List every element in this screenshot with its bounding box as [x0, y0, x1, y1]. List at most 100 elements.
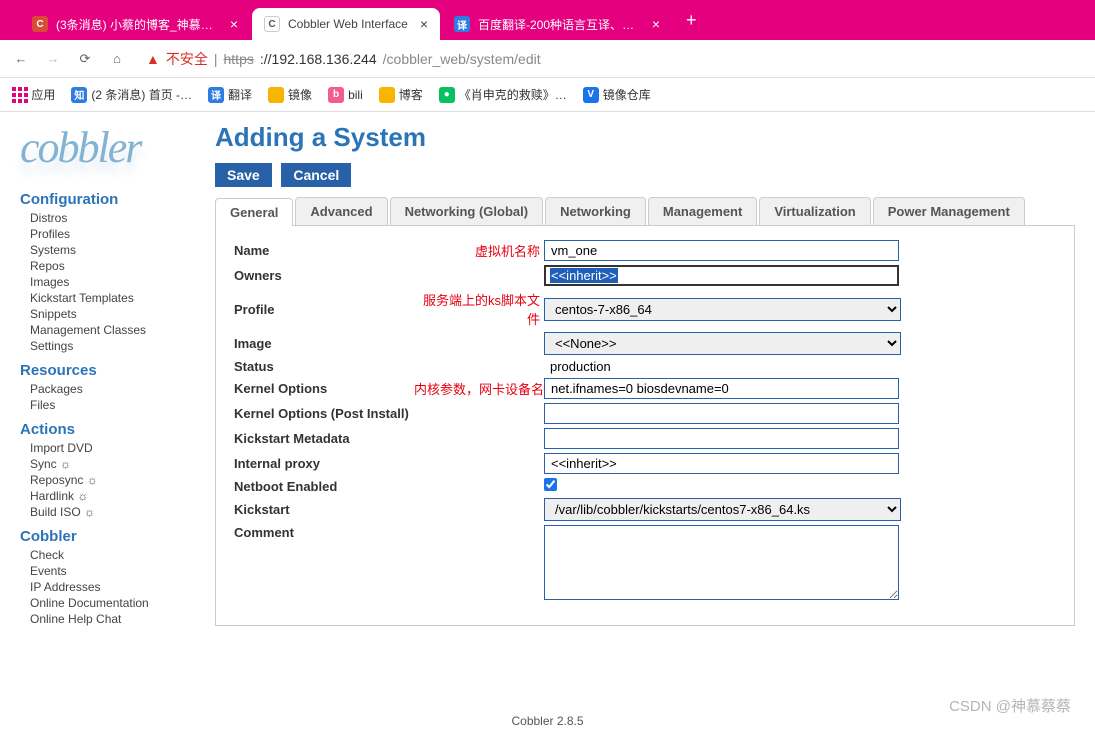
sidebar-link[interactable]: Profiles [20, 226, 205, 242]
bookmark-icon: ● [439, 87, 455, 103]
netboot-checkbox[interactable] [544, 478, 557, 491]
cobbler-logo: cobbler [20, 122, 205, 173]
home-button[interactable]: ⌂ [108, 50, 126, 68]
proxy-input[interactable] [544, 453, 899, 474]
bookmark-item[interactable]: bbili [328, 86, 363, 103]
browser-tab-2[interactable]: C Cobbler Web Interface × [252, 8, 440, 40]
bookmark-icon: V [583, 87, 599, 103]
profile-select[interactable]: centos-7-x86_64 [544, 298, 901, 321]
tab-favicon-icon: C [264, 16, 280, 32]
sidebar-link[interactable]: Online Documentation [20, 595, 205, 611]
sidebar-link[interactable]: Systems [20, 242, 205, 258]
form-tab[interactable]: Management [648, 197, 757, 225]
image-select[interactable]: <<None>> [544, 332, 901, 355]
footer-version: Cobbler 2.8.5 [511, 714, 583, 728]
annotation-name: 虚拟机名称 [414, 241, 544, 260]
sidebar-link[interactable]: Events [20, 563, 205, 579]
bookmark-icon: 译 [208, 87, 224, 103]
kernel-opts-post-input[interactable] [544, 403, 899, 424]
sidebar-link[interactable]: Snippets [20, 306, 205, 322]
bookmark-item[interactable]: 博客 [379, 86, 423, 103]
tab-title: (3条消息) 小蔡的博客_神慕蔡蔡 [56, 16, 218, 33]
sidebar-link[interactable]: Management Classes [20, 322, 205, 338]
label-ks-meta: Kickstart Metadata [234, 431, 544, 446]
form-tab[interactable]: Virtualization [759, 197, 870, 225]
sidebar-link[interactable]: Sync ☼ [20, 456, 205, 472]
close-icon[interactable]: × [420, 16, 428, 32]
security-warning: 不安全 [166, 49, 208, 69]
sidebar-link[interactable]: Hardlink ☼ [20, 488, 205, 504]
url-display[interactable]: ▲ 不安全 | https://192.168.136.244/cobbler_… [146, 49, 541, 69]
browser-tab-3[interactable]: 译 百度翻译-200种语言互译、沟通… × [442, 8, 672, 40]
label-proxy: Internal proxy [234, 456, 544, 471]
reload-button[interactable]: ⟳ [76, 50, 94, 68]
bookmark-icon: b [328, 87, 344, 103]
label-profile: Profile [234, 302, 414, 317]
ks-meta-input[interactable] [544, 428, 899, 449]
form-tab[interactable]: Networking (Global) [390, 197, 544, 225]
sidebar-link[interactable]: Packages [20, 381, 205, 397]
sidebar-link[interactable]: Online Help Chat [20, 611, 205, 627]
close-icon[interactable]: × [652, 16, 660, 32]
form-tab[interactable]: Advanced [295, 197, 387, 225]
kickstart-select[interactable]: /var/lib/cobbler/kickstarts/centos7-x86_… [544, 498, 901, 521]
cancel-button[interactable]: Cancel [281, 163, 351, 187]
sidebar-link[interactable]: Images [20, 274, 205, 290]
sidebar-link[interactable]: Settings [20, 338, 205, 354]
label-image: Image [234, 336, 414, 351]
save-button[interactable]: Save [215, 163, 272, 187]
sidebar-link[interactable]: Check [20, 547, 205, 563]
kernel-opts-input[interactable] [544, 378, 899, 399]
label-name: Name [234, 243, 414, 258]
sidebar-link[interactable]: IP Addresses [20, 579, 205, 595]
bookmark-item[interactable]: 镜像 [268, 86, 312, 103]
new-tab-button[interactable]: + [674, 10, 709, 31]
label-status: Status [234, 359, 414, 374]
bookmark-label: 镜像 [288, 86, 312, 103]
bookmark-label: (2 条消息) 首页 -… [91, 86, 192, 103]
name-input[interactable] [544, 240, 899, 261]
bookmark-icon: 知 [71, 87, 87, 103]
sidebar-link[interactable]: Import DVD [20, 440, 205, 456]
apps-button[interactable]: 应用 [12, 86, 55, 103]
browser-tab-bar: C (3条消息) 小蔡的博客_神慕蔡蔡 × C Cobbler Web Inte… [0, 0, 1095, 40]
sidebar: cobbler ConfigurationDistrosProfilesSyst… [20, 122, 215, 722]
back-button[interactable]: ← [12, 50, 30, 68]
sidebar-link[interactable]: Files [20, 397, 205, 413]
url-path: /cobbler_web/system/edit [383, 51, 541, 67]
sidebar-link[interactable]: Distros [20, 210, 205, 226]
bookmark-item[interactable]: 知(2 条消息) 首页 -… [71, 86, 192, 103]
form-tab[interactable]: General [215, 198, 293, 226]
forward-button: → [44, 50, 62, 68]
status-value: production [544, 357, 617, 376]
form-area: Name 虚拟机名称 Owners <<inherit>> Profile 服务… [215, 226, 1075, 626]
bookmark-item[interactable]: ●《肖申克的救赎》… [439, 86, 567, 103]
sidebar-link[interactable]: Repos [20, 258, 205, 274]
bookmark-icon [379, 87, 395, 103]
label-owners: Owners [234, 268, 414, 283]
bookmark-item[interactable]: 译翻译 [208, 86, 252, 103]
page-heading: Adding a System [215, 122, 1075, 153]
label-kernel-opts-post: Kernel Options (Post Install) [234, 406, 544, 421]
browser-tab-1[interactable]: C (3条消息) 小蔡的博客_神慕蔡蔡 × [20, 8, 250, 40]
label-comment: Comment [234, 525, 544, 540]
separator: | [214, 51, 218, 67]
bookmark-label: 《肖申克的救赎》… [459, 86, 567, 103]
sidebar-link[interactable]: Reposync ☼ [20, 472, 205, 488]
bookmark-label: 镜像仓库 [603, 86, 651, 103]
close-icon[interactable]: × [230, 16, 238, 32]
owners-input[interactable]: <<inherit>> [544, 265, 899, 286]
tab-favicon-icon: 译 [454, 16, 470, 32]
apps-label: 应用 [31, 86, 55, 103]
page-content: cobbler ConfigurationDistrosProfilesSyst… [0, 112, 1095, 732]
address-bar: ← → ⟳ ⌂ ▲ 不安全 | https://192.168.136.244/… [0, 40, 1095, 78]
sidebar-link[interactable]: Build ISO ☼ [20, 504, 205, 520]
comment-textarea[interactable] [544, 525, 899, 600]
label-kickstart: Kickstart [234, 502, 544, 517]
form-tab[interactable]: Power Management [873, 197, 1025, 225]
label-netboot: Netboot Enabled [234, 479, 544, 494]
sidebar-link[interactable]: Kickstart Templates [20, 290, 205, 306]
form-tab[interactable]: Networking [545, 197, 646, 225]
bookmark-item[interactable]: V镜像仓库 [583, 86, 651, 103]
bookmark-icon [268, 87, 284, 103]
